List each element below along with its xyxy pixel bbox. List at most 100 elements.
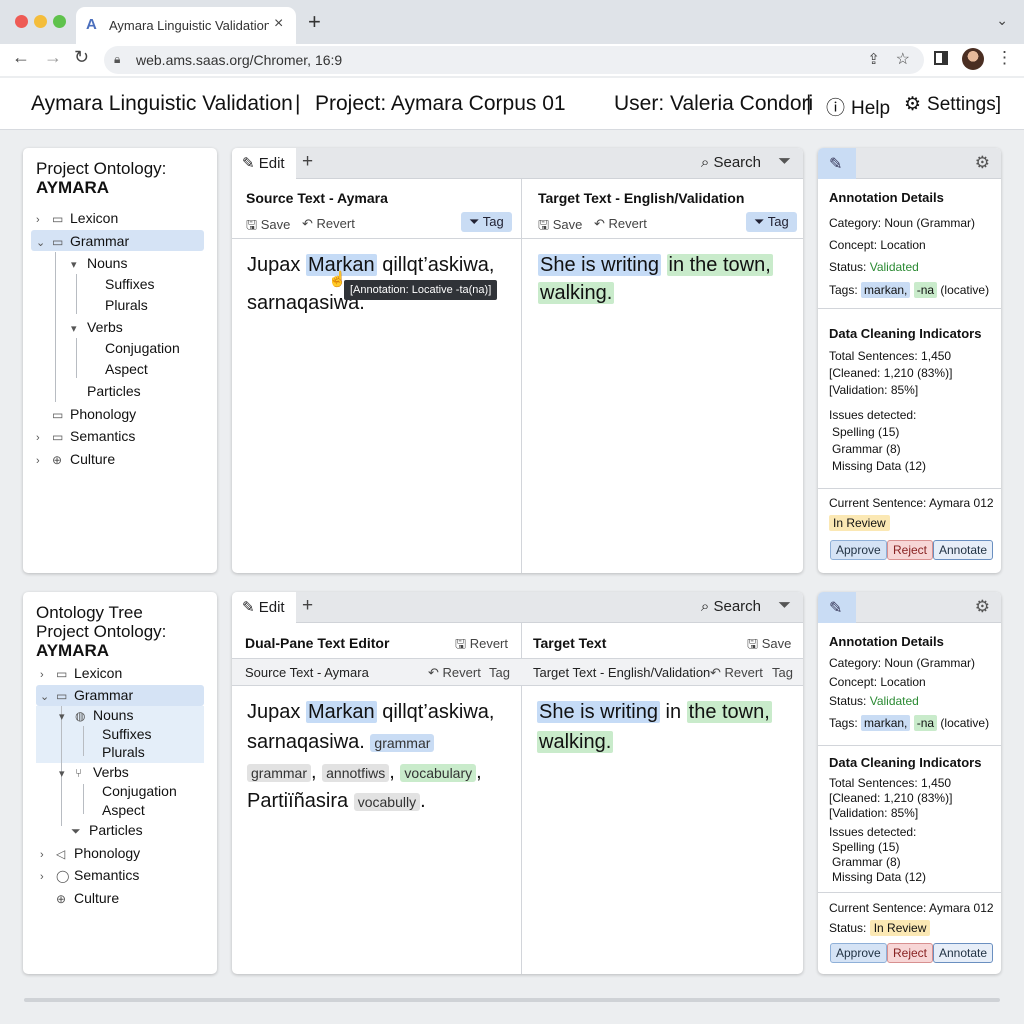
target-subtitle: Target Text - English/Validation bbox=[533, 665, 711, 680]
tree-item-particles[interactable]: ⏷ Particles bbox=[71, 820, 143, 840]
tree-item-lexicon[interactable]: › ▭ Lexicon bbox=[40, 663, 122, 683]
revert-button[interactable]: 🖫︎ Revert bbox=[455, 635, 508, 657]
approve-button[interactable]: Approve bbox=[830, 540, 887, 560]
tree-item-nouns[interactable]: ▾ Nouns bbox=[71, 253, 127, 273]
status-badge: In Review bbox=[869, 920, 931, 936]
tree-item-aspect[interactable]: Aspect bbox=[102, 800, 145, 820]
target-text-line[interactable]: She is writing in the town, bbox=[537, 701, 772, 724]
source-tag-button[interactable]: ⏷ Tag bbox=[461, 212, 512, 232]
source-text-line[interactable]: Partiïñasira vocabully. bbox=[247, 790, 426, 813]
tag-icon: ⏷ bbox=[71, 824, 81, 838]
tree-item-conjugation[interactable]: Conjugation bbox=[105, 338, 180, 358]
tree-item-verbs[interactable]: ▾ ⑂ Verbs bbox=[59, 762, 129, 782]
tree-item-grammar[interactable]: ⌄ ▭ Grammar bbox=[40, 685, 133, 705]
tree-item-grammar[interactable]: ⌄ ▭ Grammar bbox=[36, 231, 129, 251]
target-pane-title: Target Text - English/Validation bbox=[538, 190, 745, 206]
source-tag-button[interactable]: Tag bbox=[489, 665, 510, 680]
reject-button[interactable]: Reject bbox=[887, 540, 934, 560]
bookmark-star-icon[interactable]: ☆ bbox=[896, 49, 910, 69]
tree-guide-line bbox=[76, 338, 77, 378]
tree-item-semantics[interactable]: › ▭ Semantics bbox=[36, 426, 135, 446]
target-text-line[interactable]: walking. bbox=[537, 731, 614, 754]
annotate-button[interactable]: Annotate bbox=[933, 943, 994, 963]
search-button[interactable]: ⌕ Search bbox=[701, 154, 761, 171]
tag-icon[interactable]: ⏷ bbox=[778, 153, 791, 171]
app-title: Aymara Linguistic Validation bbox=[31, 92, 293, 115]
tree-item-particles[interactable]: Particles bbox=[87, 381, 141, 401]
edit-annotation-icon[interactable]: ✎ bbox=[818, 592, 856, 623]
validation-rate: [Validation: 85%] bbox=[829, 806, 919, 820]
edit-annotation-icon[interactable]: ✎ bbox=[818, 148, 856, 179]
help-link[interactable]: ⓘ Help bbox=[826, 93, 890, 120]
tree-item-phonology[interactable]: ▭ Phonology bbox=[36, 404, 136, 424]
approve-button[interactable]: Approve bbox=[830, 943, 887, 963]
url-text: web.ams.saas.org/Chromer, 16:9 bbox=[136, 52, 343, 68]
tree-item-plurals[interactable]: Plurals bbox=[105, 295, 148, 315]
tab-edit[interactable]: ✎ Edit bbox=[232, 148, 296, 179]
reload-icon[interactable]: ↻ bbox=[74, 47, 89, 68]
gear-icon[interactable]: ⚙ bbox=[975, 153, 990, 173]
save-button[interactable]: 🖫︎ Save bbox=[747, 635, 791, 657]
globe-icon: ⊕ bbox=[56, 892, 67, 906]
settings-link[interactable]: ⚙ Settings] bbox=[904, 93, 1001, 116]
tree-item-semantics[interactable]: › ◯ Semantics bbox=[40, 865, 139, 885]
tree-item-conjugation[interactable]: Conjugation bbox=[102, 781, 177, 801]
tree-item-culture[interactable]: ⊕ Culture bbox=[40, 888, 119, 908]
add-tab-button[interactable]: + bbox=[302, 595, 313, 617]
target-tag-button[interactable]: ⏷ Tag bbox=[746, 212, 797, 232]
gear-icon[interactable]: ⚙ bbox=[975, 597, 990, 617]
tree-item-suffixes[interactable]: Suffixes bbox=[105, 274, 155, 294]
maximize-window-button[interactable] bbox=[53, 15, 66, 28]
annotate-button[interactable]: Annotate bbox=[933, 540, 994, 560]
browser-tab[interactable]: A Aymara Linguistic Validation × bbox=[76, 7, 296, 44]
source-text-line[interactable]: grammar, annotfiws, vocabulary, bbox=[247, 761, 482, 784]
tag-chip-grammar: grammar bbox=[247, 764, 312, 782]
close-tab-icon[interactable]: × bbox=[274, 15, 283, 33]
minimize-window-button[interactable] bbox=[34, 15, 47, 28]
add-tab-button[interactable]: + bbox=[302, 151, 313, 173]
tree-item-lexicon[interactable]: › ▭ Lexicon bbox=[36, 208, 118, 228]
pencil-icon: ✎ bbox=[242, 599, 255, 616]
source-revert-button[interactable]: ↶ Revert bbox=[428, 665, 481, 681]
source-pane-title: Source Text - Aymara bbox=[246, 190, 388, 206]
target-revert-button[interactable]: ↶ Revert bbox=[710, 665, 763, 681]
horizontal-scrollbar[interactable] bbox=[24, 998, 1000, 1002]
target-tag-button[interactable]: Tag bbox=[772, 665, 793, 680]
share-icon[interactable]: ⇪ bbox=[867, 50, 880, 68]
tag-icon[interactable]: ⏷ bbox=[778, 597, 791, 615]
search-button[interactable]: ⌕ Search bbox=[701, 598, 761, 615]
address-bar[interactable]: 🔒︎ web.ams.saas.org/Chromer, 16:9 ⇪ ☆ bbox=[104, 46, 924, 74]
reject-button[interactable]: Reject bbox=[887, 943, 934, 963]
browser-tab-strip: A Aymara Linguistic Validation × + ⌄ bbox=[0, 0, 1024, 44]
issues-heading: Issues detected: bbox=[829, 408, 917, 422]
target-save-button[interactable]: 🖫︎ Save bbox=[538, 216, 582, 238]
pane-toolbar-divider bbox=[232, 238, 803, 239]
source-text-line[interactable]: Jupax Markan qillqt’askiwa, bbox=[247, 254, 494, 277]
sidebar-toggle-icon[interactable] bbox=[934, 51, 948, 65]
back-arrow-icon[interactable]: ← bbox=[12, 47, 30, 68]
browser-menu-icon[interactable]: ⋮ bbox=[996, 48, 1013, 68]
tree-item-plurals[interactable]: Plurals bbox=[102, 742, 145, 762]
target-text-line[interactable]: She is writing in the town, bbox=[538, 254, 773, 277]
target-revert-button[interactable]: ↶ Revert bbox=[594, 216, 647, 232]
source-text-line[interactable]: sarnaqasiwa. grammar bbox=[247, 731, 435, 754]
profile-avatar[interactable] bbox=[962, 48, 984, 70]
source-revert-button[interactable]: ↶ Revert bbox=[302, 216, 355, 232]
tab-edit[interactable]: ✎ Edit bbox=[232, 592, 296, 623]
save-icon: 🖫︎ bbox=[246, 217, 258, 232]
close-window-button[interactable] bbox=[15, 15, 28, 28]
tree-item-suffixes[interactable]: Suffixes bbox=[102, 724, 152, 744]
target-title: Target Text bbox=[533, 635, 607, 651]
target-text-line[interactable]: walking. bbox=[538, 282, 615, 305]
new-tab-button[interactable]: + bbox=[308, 9, 321, 35]
source-save-button[interactable]: 🖫︎ Save bbox=[246, 216, 290, 238]
tree-item-nouns[interactable]: ▾ ◍ Nouns bbox=[59, 705, 133, 725]
tree-item-verbs[interactable]: ▾ Verbs bbox=[71, 317, 123, 337]
tab-list-chevron-icon[interactable]: ⌄ bbox=[996, 12, 1008, 29]
tree-item-phonology[interactable]: › ◁ Phonology bbox=[40, 843, 140, 863]
tree-item-aspect[interactable]: Aspect bbox=[105, 359, 148, 379]
tree-item-culture[interactable]: › ⊕ Culture bbox=[36, 449, 115, 469]
forward-arrow-icon[interactable]: → bbox=[44, 47, 62, 68]
source-text-line[interactable]: Jupax Markan qillqt’askiwa, bbox=[247, 701, 494, 724]
current-sentence: Current Sentence: Aymara 012 bbox=[829, 901, 994, 915]
